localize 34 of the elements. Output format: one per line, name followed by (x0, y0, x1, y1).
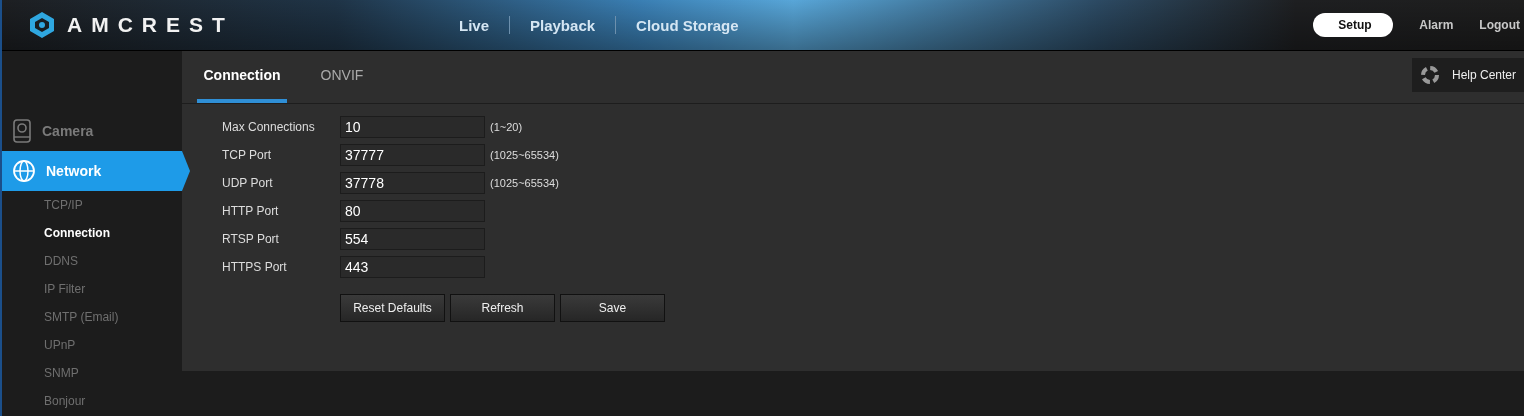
lifebuoy-icon (1419, 65, 1440, 85)
field-label: HTTPS Port (222, 260, 288, 274)
action-button[interactable]: Reset Defaults (340, 294, 445, 322)
input-field[interactable]: 80 (340, 200, 485, 222)
sidebar-item[interactable]: Connection (2, 219, 182, 247)
input-field[interactable]: 443 (340, 256, 485, 278)
range-hint: (1025~65534) (490, 149, 559, 161)
input-field[interactable]: 10 (340, 116, 485, 138)
menu-tab[interactable]: Logout (1479, 13, 1520, 37)
nav-link[interactable]: Live (459, 16, 489, 34)
field-label: UDP Port (222, 176, 274, 190)
range-hint: (1~20) (490, 121, 523, 133)
logo-icon (29, 11, 55, 39)
menu-tab[interactable]: Alarm (1419, 13, 1454, 37)
action-button[interactable]: Refresh (450, 294, 555, 322)
tab[interactable]: ONVIF (297, 51, 387, 103)
action-button[interactable]: Save (560, 294, 665, 322)
field-label: Max Connections (222, 120, 316, 134)
brand-name: AMCREST (67, 13, 234, 37)
tab[interactable]: Connection (197, 51, 287, 103)
nav-link[interactable]: Playback (530, 16, 596, 34)
globe-icon (12, 159, 36, 183)
field-label: HTTP Port (222, 204, 280, 218)
input-field[interactable]: 37777 (340, 144, 485, 166)
field-label: RTSP Port (222, 232, 280, 246)
input-field[interactable]: 554 (340, 228, 485, 250)
field-label: TCP Port (222, 148, 273, 162)
range-hint: (1025~65534) (490, 177, 559, 189)
sidebar-section[interactable]: Camera (2, 111, 190, 151)
help-center-button[interactable]: Help Center (1411, 58, 1524, 92)
nav-link[interactable]: Cloud Storage (636, 16, 739, 34)
input-field[interactable]: 37778 (340, 172, 485, 194)
camera-icon (12, 119, 32, 143)
menu-tab[interactable]: Setup (1313, 13, 1394, 37)
